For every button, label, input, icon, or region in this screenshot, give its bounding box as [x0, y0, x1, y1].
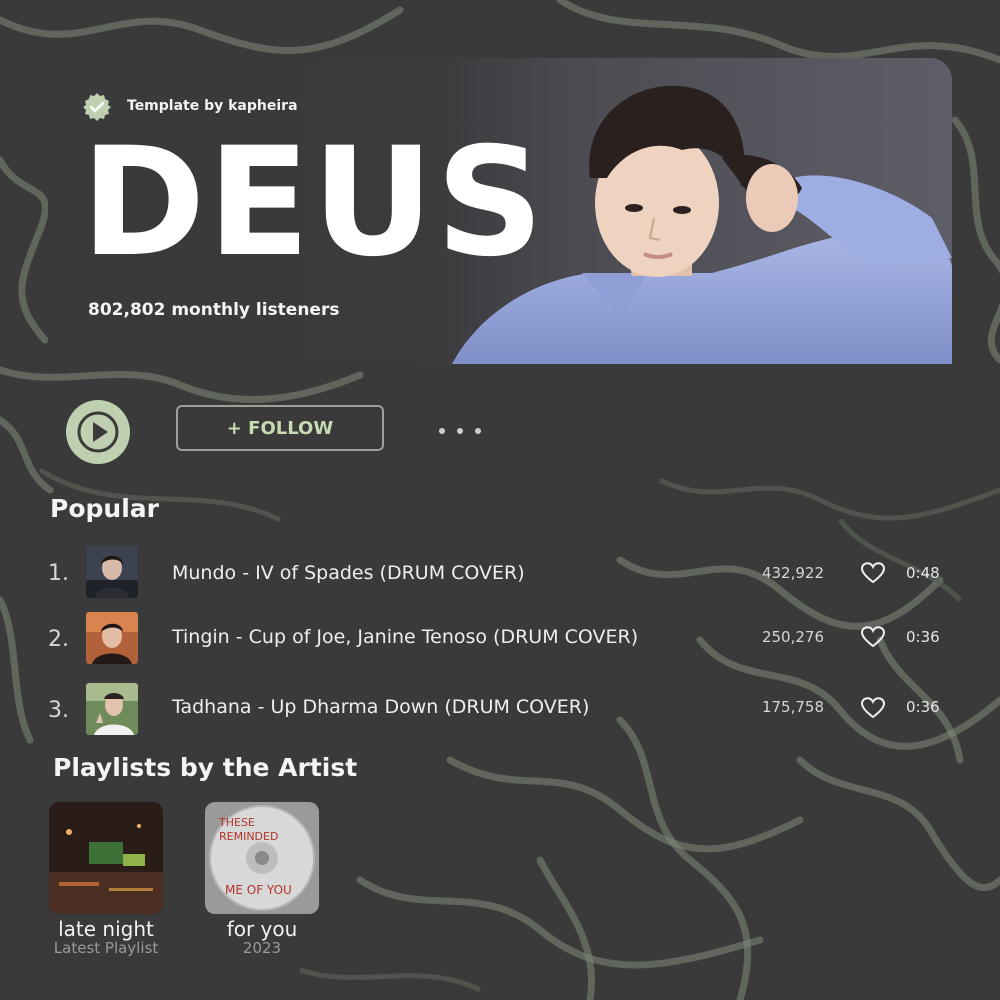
- track-plays: 175,758: [761, 698, 824, 716]
- track-duration: 0:36: [906, 628, 940, 646]
- playlist-subtitle: Latest Playlist: [53, 939, 159, 957]
- playlist-cover: [49, 802, 163, 914]
- track-plays: 250,276: [761, 628, 824, 646]
- track-title: Mundo - IV of Spades (DRUM COVER): [172, 562, 525, 584]
- playlist-name: for you: [226, 917, 298, 941]
- play-button[interactable]: [66, 400, 130, 464]
- track-thumbnail: [86, 683, 138, 735]
- artist-header: Template by kapheira DEUS 802,802 monthl…: [48, 58, 952, 364]
- track-thumbnail: [86, 546, 138, 598]
- artist-name: DEUS: [81, 116, 546, 290]
- heart-icon[interactable]: [861, 562, 885, 584]
- playlists-heading: Playlists by the Artist: [53, 753, 358, 782]
- template-credit: Template by kapheira: [127, 98, 298, 114]
- monthly-listeners: 802,802 monthly listeners: [88, 300, 340, 320]
- playlist-name: late night: [58, 917, 154, 941]
- play-icon: [77, 411, 119, 453]
- track-row[interactable]: 3. Tadhana - Up Dharma Down (DRUM COVER)…: [0, 680, 1000, 736]
- playlist-card[interactable]: THESE REMINDED ME OF YOU for you 2023: [192, 802, 332, 957]
- playlist-cover: THESE REMINDED ME OF YOU: [205, 802, 319, 914]
- heart-icon[interactable]: [861, 697, 885, 719]
- track-row[interactable]: 2. Tingin - Cup of Joe, Janine Tenoso (D…: [0, 610, 1000, 666]
- popular-heading: Popular: [50, 494, 159, 523]
- follow-button[interactable]: + FOLLOW: [176, 405, 384, 451]
- track-rank: 1.: [48, 561, 69, 586]
- cover-text-line: REMINDED: [219, 830, 278, 843]
- playlist-card[interactable]: late night Latest Playlist: [36, 802, 176, 957]
- more-dots-icon: [439, 428, 481, 434]
- track-row[interactable]: 1. Mundo - IV of Spades (DRUM COVER) 432…: [0, 546, 1000, 602]
- more-options-button[interactable]: [432, 418, 488, 444]
- track-title: Tingin - Cup of Joe, Janine Tenoso (DRUM…: [172, 626, 639, 648]
- track-rank: 3.: [48, 698, 69, 723]
- playlist-subtitle: 2023: [242, 939, 282, 957]
- track-rank: 2.: [48, 627, 69, 652]
- track-thumbnail: [86, 612, 138, 664]
- track-duration: 0:48: [906, 564, 940, 582]
- heart-icon[interactable]: [861, 626, 885, 648]
- cover-text-line: ME OF YOU: [225, 883, 292, 897]
- track-duration: 0:36: [906, 698, 940, 716]
- track-title: Tadhana - Up Dharma Down (DRUM COVER): [172, 696, 590, 718]
- cover-text-line: THESE: [218, 816, 255, 829]
- track-plays: 432,922: [761, 564, 824, 582]
